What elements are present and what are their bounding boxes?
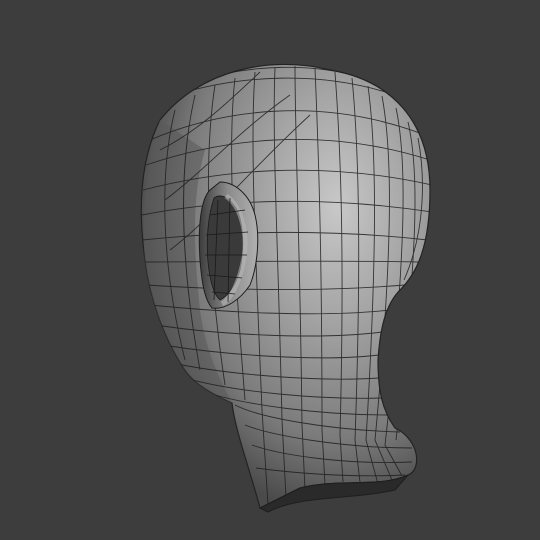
viewport-canvas[interactable] <box>0 0 540 540</box>
3d-viewport[interactable] <box>0 0 540 540</box>
head-mesh[interactable] <box>140 63 432 513</box>
